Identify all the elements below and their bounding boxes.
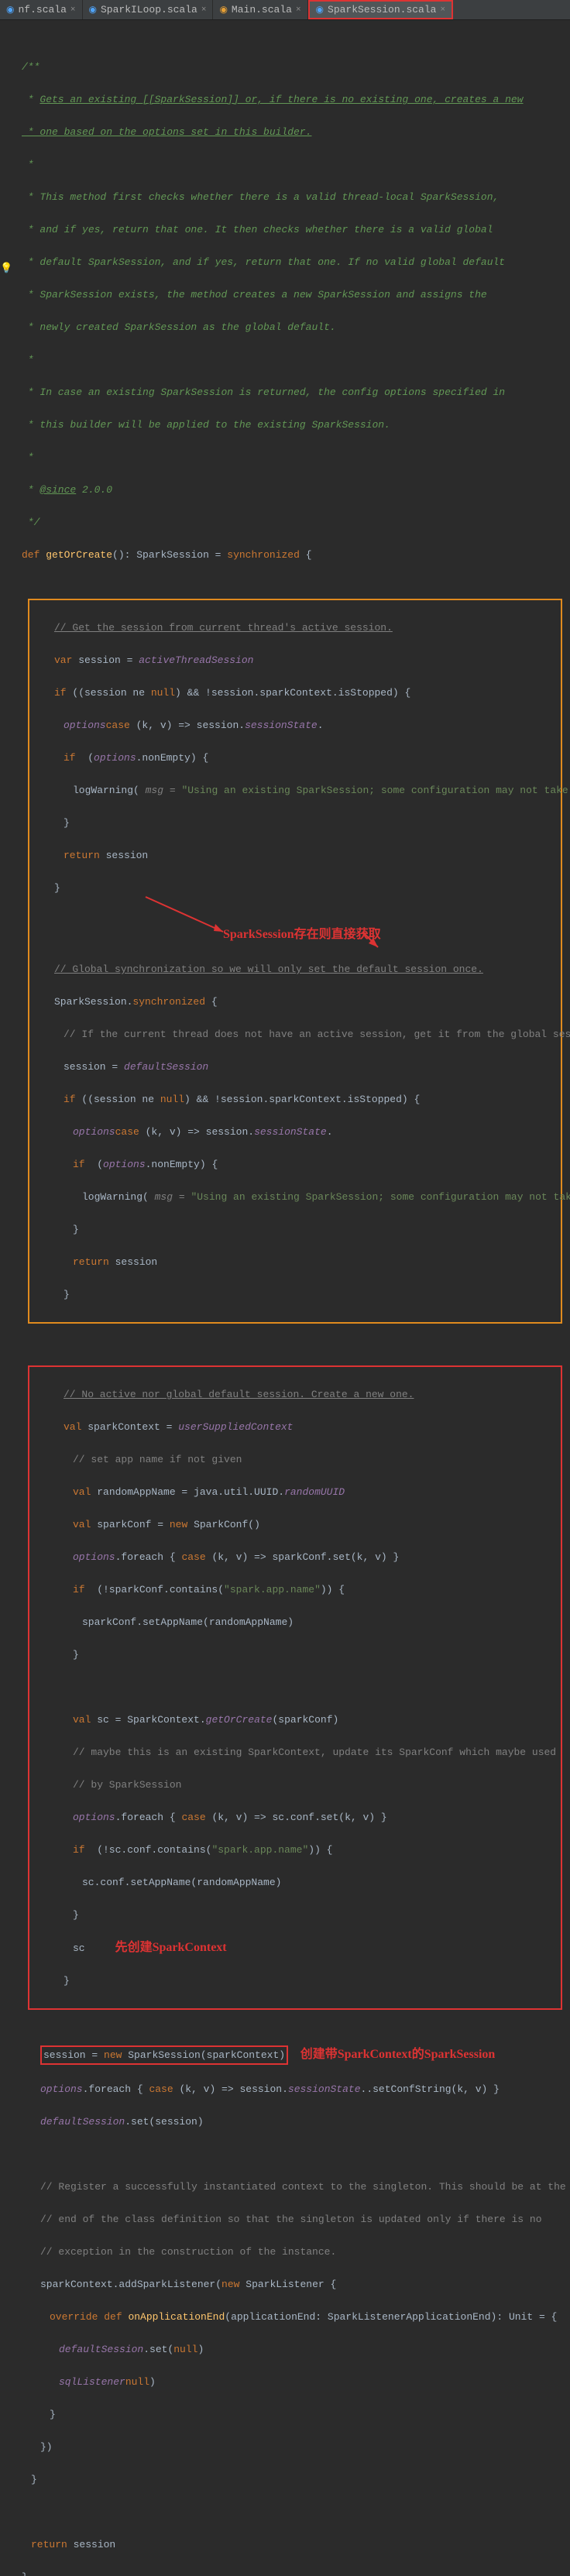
code-line: sc 先创建SparkContext [29, 1939, 558, 1956]
code-line: } [29, 1286, 558, 1303]
code-line: sparkContext.addSparkListener(new SparkL… [6, 2276, 570, 2293]
close-icon[interactable]: × [296, 5, 301, 15]
doc-line: * [6, 352, 570, 368]
code-line: if ((session ne null) && !session.sparkC… [29, 685, 558, 701]
code-line: }) [6, 2439, 570, 2455]
code-line [29, 1679, 558, 1695]
doc-line: /** [6, 59, 570, 75]
code-line: } [29, 1221, 558, 1238]
close-icon[interactable]: × [70, 5, 76, 15]
comment-line: // by SparkSession [29, 1777, 558, 1793]
doc-line: * @since 2.0.0 [6, 482, 570, 498]
doc-line: * Gets an existing [[SparkSession]] or, … [6, 91, 570, 108]
doc-line: * this builder will be applied to the ex… [6, 417, 570, 433]
comment-line: // end of the class definition so that t… [6, 2211, 570, 2227]
code-line: return session [6, 2537, 570, 2553]
code-line: if (options.nonEmpty) { [29, 750, 558, 766]
comment-line: // Get the session from current thread's… [29, 620, 558, 636]
tab-nf[interactable]: ◉ nf.scala × [0, 0, 83, 19]
annotation-text: SparkSession存在则直接获取 [223, 926, 381, 943]
tab-main[interactable]: ◉ Main.scala × [213, 0, 307, 19]
doc-line: * SparkSession exists, the method create… [6, 287, 570, 303]
code-line: override def onApplicationEnd(applicatio… [6, 2309, 570, 2325]
doc-line: * and if yes, return that one. It then c… [6, 222, 570, 238]
code-line: logWarning( msg = "Using an existing Spa… [29, 1189, 558, 1205]
code-line: sqlListenernull) [6, 2374, 570, 2390]
comment-line: // If the current thread does not have a… [29, 1026, 558, 1042]
code-line: return session [29, 1254, 558, 1270]
comment-line: // Register a successfully instantiated … [6, 2179, 570, 2195]
code-line: } [6, 2569, 570, 2576]
doc-line: * one based on the options set in this b… [6, 124, 570, 140]
tab-label: nf.scala [18, 4, 66, 15]
code-line: optionscase (k, v) => session.sessionSta… [29, 1124, 558, 1140]
annotation-box-orange: // Get the session from current thread's… [28, 599, 562, 1324]
code-line: } [29, 1973, 558, 1989]
code-line: return session [29, 847, 558, 864]
doc-line: */ [6, 514, 570, 531]
annotation-text: 创建带SparkContext的SparkSession [300, 2048, 496, 2061]
code-line: session = defaultSession [29, 1059, 558, 1075]
comment-line: // set app name if not given [29, 1451, 558, 1468]
code-line: SparkSession.synchronized { [29, 994, 558, 1010]
code-line: val randomAppName = java.util.UUID.rando… [29, 1484, 558, 1500]
annotation-box-red-small: session = new SparkSession(sparkContext) [40, 2045, 288, 2065]
code-line: } [29, 1907, 558, 1923]
code-line: if (options.nonEmpty) { [29, 1156, 558, 1173]
code-line: val sc = SparkContext.getOrCreate(sparkC… [29, 1712, 558, 1728]
tab-label: Main.scala [232, 4, 292, 15]
doc-line: * newly created SparkSession as the glob… [6, 319, 570, 335]
comment-line: // Global synchronization so we will onl… [29, 961, 558, 977]
intention-bulb-icon[interactable]: 💡 [0, 260, 12, 276]
comment-line: // exception in the construction of the … [6, 2244, 570, 2260]
doc-line: * [6, 156, 570, 173]
doc-line: * [6, 449, 570, 465]
close-icon[interactable]: × [201, 5, 207, 15]
code-line: } [6, 2471, 570, 2488]
code-line: val sparkContext = userSuppliedContext [29, 1419, 558, 1435]
comment-line: // maybe this is an existing SparkContex… [29, 1744, 558, 1760]
code-line: session = new SparkSession(sparkContext)… [6, 2045, 570, 2065]
tab-label: SparkILoop.scala [101, 4, 197, 15]
tab-label: SparkSession.scala [328, 4, 436, 15]
code-line: sc.conf.setAppName(randomAppName) [29, 1874, 558, 1891]
code-editor[interactable]: 💡 /** * Gets an existing [[SparkSession]… [0, 20, 570, 2576]
object-icon: ◉ [219, 4, 227, 15]
close-icon[interactable]: × [440, 5, 445, 15]
tab-sparkiloop[interactable]: ◉ SparkILoop.scala × [83, 0, 214, 19]
code-line: sparkConf.setAppName(randomAppName) [29, 1614, 558, 1630]
scala-icon: ◉ [6, 4, 14, 15]
code-line: if ((session ne null) && !session.sparkC… [29, 1091, 558, 1108]
scala-icon: ◉ [89, 4, 97, 15]
doc-line: * This method first checks whether there… [6, 189, 570, 205]
code-line: var session = activeThreadSession [29, 652, 558, 668]
editor-tabbar: ◉ nf.scala × ◉ SparkILoop.scala × ◉ Main.scal… [0, 0, 570, 20]
code-line [6, 2146, 570, 2162]
code-line: } [6, 2406, 570, 2423]
doc-line: * In case an existing SparkSession is re… [6, 384, 570, 400]
scala-icon: ◉ [316, 4, 324, 15]
code-line: def getOrCreate(): SparkSession = synchr… [6, 547, 570, 563]
code-line: options.foreach { case (k, v) => session… [6, 2081, 570, 2097]
doc-line: * default SparkSession, and if yes, retu… [6, 254, 570, 270]
tab-sparksession[interactable]: ◉ SparkSession.scala × [308, 0, 454, 19]
code-line: if (!sparkConf.contains("spark.app.name"… [29, 1582, 558, 1598]
code-line: val sparkConf = new SparkConf() [29, 1516, 558, 1533]
code-line: defaultSession.set(session) [6, 2114, 570, 2130]
code-line: options.foreach { case (k, v) => sparkCo… [29, 1549, 558, 1565]
code-line: if (!sc.conf.contains("spark.app.name"))… [29, 1842, 558, 1858]
code-line: logWarning( msg = "Using an existing Spa… [29, 782, 558, 799]
annotation-text: 先创建SparkContext [115, 1941, 227, 1954]
code-line [6, 2504, 570, 2520]
code-line: optionscase (k, v) => session.sessionSta… [29, 717, 558, 733]
code-line: } [29, 815, 558, 831]
code-line: options.foreach { case (k, v) => sc.conf… [29, 1809, 558, 1826]
annotation-box-red: // No active nor global default session.… [28, 1365, 562, 2010]
code-line: defaultSession.set(null) [6, 2341, 570, 2358]
comment-line: // No active nor global default session.… [29, 1386, 558, 1403]
code-line: } [29, 1647, 558, 1663]
